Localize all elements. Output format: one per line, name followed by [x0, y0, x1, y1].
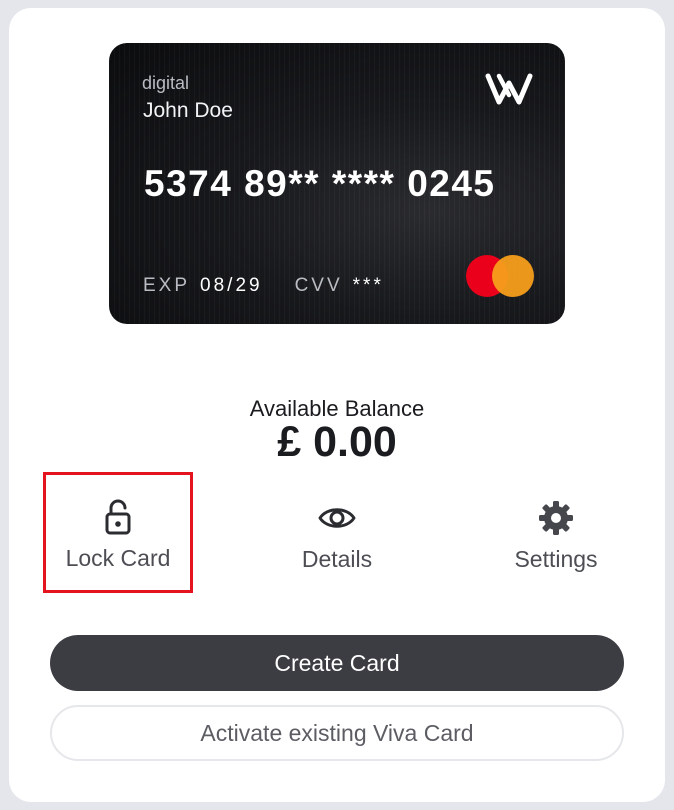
unlocked-padlock-icon	[105, 499, 131, 535]
viva-logo-icon	[485, 73, 533, 105]
payment-card[interactable]: digital John Doe 5374 89** **** 0245 EXP…	[109, 43, 565, 324]
settings-button[interactable]: Settings	[481, 490, 631, 590]
card-type-label: digital	[142, 73, 190, 93]
create-card-button[interactable]: Create Card	[50, 635, 624, 691]
details-button[interactable]: Details	[262, 490, 412, 590]
settings-label: Settings	[514, 546, 598, 572]
details-label: Details	[301, 546, 373, 572]
activate-card-button[interactable]: Activate existing Viva Card	[50, 705, 624, 761]
lock-card-label: Lock Card	[65, 545, 171, 571]
card-expiry-cvv-row: EXP 08/29 CVV ***	[143, 275, 384, 297]
cvv-label: CVV	[294, 275, 343, 296]
lock-card-button[interactable]: Lock Card	[43, 472, 193, 593]
card-number: 5374 89** **** 0245	[144, 163, 496, 204]
card-holder-name: John Doe	[143, 99, 233, 122]
expiry-label: EXP	[143, 275, 191, 296]
cvv-value: ***	[352, 275, 384, 296]
expiry-value: 08/29	[200, 275, 263, 296]
balance-value: £ 0.00	[277, 418, 397, 466]
gear-icon	[539, 501, 573, 535]
eye-icon	[318, 508, 356, 528]
mastercard-logo-icon	[466, 255, 534, 297]
